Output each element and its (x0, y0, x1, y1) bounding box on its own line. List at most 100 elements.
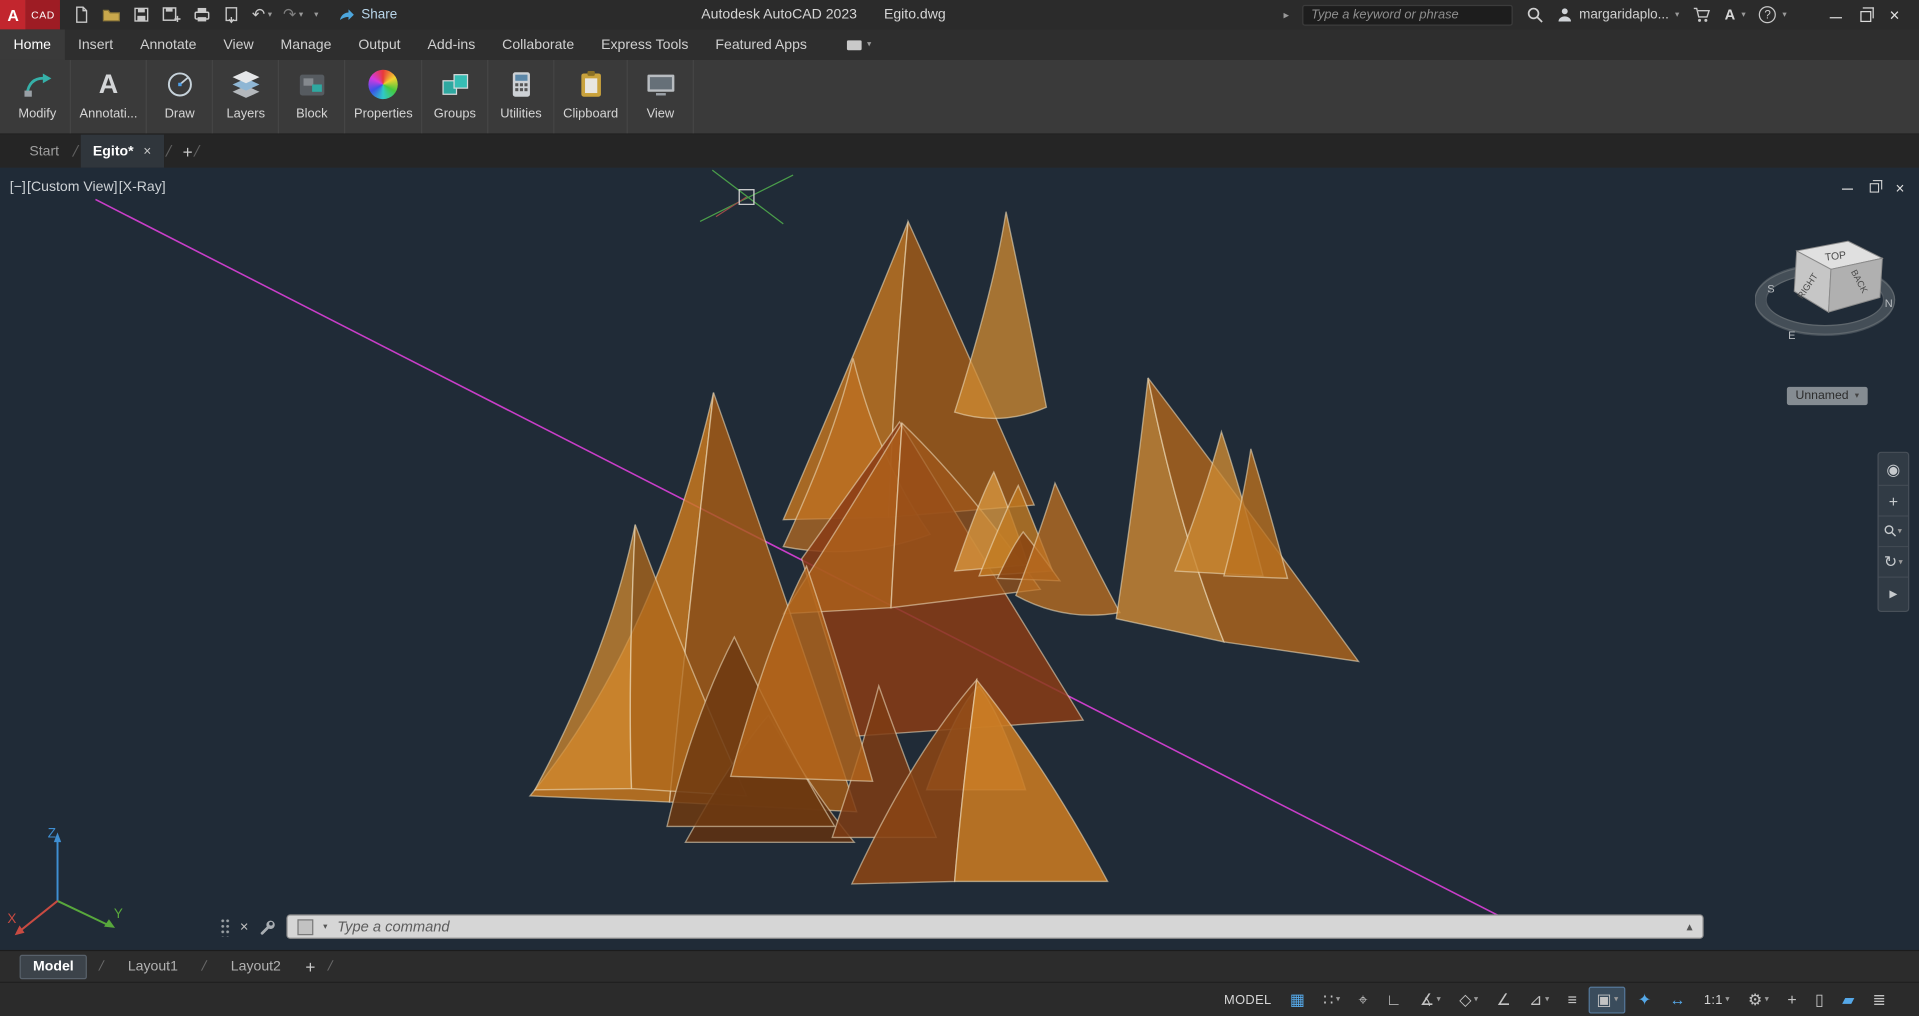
ribbon-panel-clipboard[interactable]: Clipboard (555, 60, 628, 133)
navigation-wheel-icon[interactable]: ◉ (1879, 455, 1908, 486)
file-tab-egito[interactable]: Egito* × (81, 135, 164, 168)
autodesk-app-menu[interactable]: A ▾ (1725, 6, 1746, 23)
ribbon-panel-layers[interactable]: Layers (213, 60, 279, 133)
tab-collaborate[interactable]: Collaborate (489, 29, 588, 60)
viewport-view-control[interactable]: [Custom View] (27, 180, 117, 195)
minimize-button[interactable] (1830, 17, 1842, 18)
viewport-visual-style-control[interactable]: [X-Ray] (119, 180, 166, 195)
object-snap-icon[interactable]: ⊿▾ (1523, 987, 1555, 1011)
plot-button[interactable] (192, 5, 212, 25)
restore-button[interactable] (1860, 11, 1871, 22)
ribbon-panel-view[interactable]: View (628, 60, 694, 133)
annotation-scale-button-caret[interactable]: ▾ (1725, 995, 1729, 1004)
share-button[interactable]: Share (338, 6, 397, 23)
selection-cycling-icon-caret[interactable]: ▾ (1614, 995, 1618, 1004)
viewport-controls-minimize[interactable]: [−] (10, 180, 26, 195)
search-icon[interactable] (1526, 6, 1543, 23)
isolate-objects-icon[interactable]: ▯ (1809, 987, 1830, 1011)
ribbon-panel-properties[interactable]: Properties (345, 60, 422, 133)
showmotion-icon[interactable]: ▸ (1879, 578, 1908, 609)
zoom-icon[interactable]: ⚲▾ (1879, 517, 1908, 548)
layout-tab-layout1[interactable]: Layout1 (116, 955, 191, 977)
object-snap-tracking-icon[interactable]: ∠ (1490, 987, 1517, 1011)
graphics-performance-icon[interactable]: ▰ (1836, 987, 1860, 1011)
pan-icon[interactable]: + (1879, 486, 1908, 517)
layout-tab-layout2[interactable]: Layout2 (219, 955, 294, 977)
ortho-mode-icon[interactable]: ∟ (1380, 988, 1408, 1011)
named-view-dropdown[interactable]: Unnamed ▾ (1787, 387, 1868, 405)
qat-customize-caret-icon[interactable]: ▾ (314, 10, 318, 19)
file-tab-start[interactable]: Start (17, 135, 71, 168)
grid-display-icon[interactable]: ▦ (1284, 987, 1311, 1011)
drawing-close-button[interactable]: × (1895, 181, 1904, 196)
snap-mode-icon-caret[interactable]: ▾ (1336, 995, 1340, 1004)
workspace-switching-icon[interactable]: ⚙▾ (1742, 987, 1775, 1011)
ribbon-panel-annotation[interactable]: A Annotati... (71, 60, 147, 133)
lineweight-icon[interactable]: ≡ (1562, 988, 1584, 1011)
object-snap-icon-caret[interactable]: ▾ (1545, 995, 1549, 1004)
workspace-switching-icon-caret[interactable]: ▾ (1765, 995, 1769, 1004)
tab-insert[interactable]: Insert (64, 29, 126, 60)
viewcube[interactable]: TOP RIGHT BACK S E N (1755, 231, 1902, 353)
viewcube-compass-n[interactable]: N (1885, 298, 1893, 310)
layout-tab-model[interactable]: Model (20, 954, 88, 978)
redo-caret-icon[interactable]: ▾ (299, 10, 303, 19)
ribbon-panel-block[interactable]: Block (279, 60, 345, 133)
new-drawing-button[interactable]: + (183, 141, 193, 161)
new-file-button[interactable] (72, 5, 90, 25)
drawing-minimize-button[interactable] (1842, 189, 1853, 190)
publish-button[interactable] (223, 5, 241, 25)
recent-commands-button[interactable]: ▴ (1686, 920, 1692, 933)
command-dock-grip[interactable] (220, 917, 230, 935)
search-input[interactable]: Type a keyword or phrase (1302, 4, 1513, 25)
polar-tracking-icon[interactable]: ∡▾ (1414, 987, 1447, 1011)
new-layout-button[interactable]: + (305, 957, 315, 977)
polar-tracking-icon-caret[interactable]: ▾ (1437, 995, 1441, 1004)
dynamic-input-icon[interactable]: ⌖ (1352, 987, 1373, 1011)
ribbon-panel-groups[interactable]: Groups (422, 60, 488, 133)
ribbon-panel-utilities[interactable]: Utilities (489, 60, 555, 133)
redo-button[interactable]: ↷ ▾ (283, 5, 303, 25)
cart-icon[interactable] (1693, 6, 1711, 23)
ribbon-panel-modify[interactable]: Modify (5, 60, 71, 133)
ribbon-panel-draw[interactable]: Draw (147, 60, 213, 133)
annotation-visibility-icon[interactable]: ✦ (1632, 987, 1658, 1011)
annotation-scale-button[interactable]: 1:1▾ (1698, 990, 1736, 1010)
search-expand-icon[interactable]: ▸ (1283, 8, 1289, 21)
tab-home[interactable]: Home (0, 29, 64, 60)
annotation-autoscale-icon[interactable]: ↔ (1663, 988, 1691, 1011)
annotation-monitor-icon[interactable]: + (1781, 988, 1803, 1011)
isometric-drafting-icon[interactable]: ◇▾ (1453, 987, 1484, 1011)
autocad-logo[interactable]: A CAD (0, 0, 60, 29)
viewcube-compass-e[interactable]: E (1788, 330, 1795, 342)
save-as-button[interactable] (161, 5, 181, 25)
drawing-restore-button[interactable] (1869, 183, 1878, 192)
tab-output[interactable]: Output (345, 29, 414, 60)
undo-button[interactable]: ↶ ▾ (252, 5, 272, 25)
file-tab-close-icon[interactable]: × (143, 144, 151, 159)
command-input[interactable]: ▾ Type a command ▴ (286, 914, 1703, 938)
selection-cycling-icon[interactable]: ▣▾ (1589, 986, 1625, 1013)
viewport-canvas[interactable] (0, 168, 1919, 950)
tab-annotate[interactable]: Annotate (127, 29, 210, 60)
ribbon-display-options[interactable]: ▾ (838, 29, 881, 60)
drawing-viewport[interactable]: [−] [Custom View] [X-Ray] × TOP RIGHT BA… (0, 168, 1919, 950)
isometric-drafting-icon-caret[interactable]: ▾ (1474, 995, 1478, 1004)
customize-wrench-icon[interactable] (258, 917, 276, 935)
model-space-button[interactable]: MODEL (1218, 990, 1278, 1010)
tab-express-tools[interactable]: Express Tools (588, 29, 702, 60)
orbit-icon[interactable]: ↻▾ (1879, 547, 1908, 578)
user-account-menu[interactable]: margaridaplo... ▾ (1557, 6, 1679, 23)
snap-mode-icon[interactable]: ∷▾ (1317, 987, 1346, 1011)
help-menu[interactable]: ? ▾ (1759, 6, 1787, 23)
close-button[interactable]: × (1889, 6, 1899, 23)
command-close-icon[interactable]: × (240, 918, 249, 935)
save-button[interactable] (132, 5, 150, 25)
clean-screen-icon[interactable]: ≣ (1867, 987, 1893, 1011)
viewcube-compass-s[interactable]: S (1767, 284, 1774, 296)
tab-featured-apps[interactable]: Featured Apps (702, 29, 820, 60)
command-caret-icon[interactable]: ▾ (323, 922, 327, 931)
open-file-button[interactable] (101, 5, 121, 25)
tab-view[interactable]: View (210, 29, 267, 60)
undo-caret-icon[interactable]: ▾ (268, 10, 272, 19)
